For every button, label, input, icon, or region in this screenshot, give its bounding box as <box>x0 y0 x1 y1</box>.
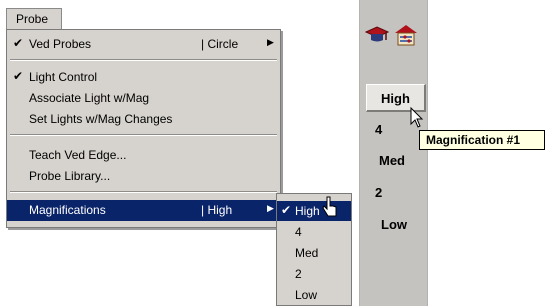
menu-item-label: Ved Probes <box>29 37 92 51</box>
submenu-arrow-icon: ▶ <box>267 37 274 47</box>
menu-item-set-lights[interactable]: Set Lights w/Mag Changes <box>7 109 280 130</box>
check-icon: ✔ <box>281 203 292 217</box>
menu-item-label: Teach Ved Edge... <box>29 148 127 162</box>
magnification-label-2[interactable]: 2 <box>375 185 382 200</box>
submenu-item-med[interactable]: Med <box>277 243 351 263</box>
menu-separator <box>10 191 277 193</box>
menu-item-label: Probe Library... <box>29 169 111 183</box>
magnifications-submenu: ✔ High 4 Med 2 Low <box>276 193 352 306</box>
menu-separator <box>10 59 277 61</box>
light-settings-icon[interactable] <box>394 24 418 46</box>
menu-item-teach-ved-edge[interactable]: Teach Ved Edge... <box>7 145 280 166</box>
magnification-label-med[interactable]: Med <box>379 153 405 168</box>
submenu-item-2[interactable]: 2 <box>277 264 351 284</box>
submenu-item-low[interactable]: Low <box>277 285 351 305</box>
magnification-label-4[interactable]: 4 <box>375 122 382 137</box>
submenu-item-label: Low <box>295 288 318 302</box>
submenu-item-label: 4 <box>295 225 302 239</box>
submenu-item-high[interactable]: ✔ High <box>277 201 351 221</box>
magnification-panel: High 4 Med 2 Low <box>359 0 428 306</box>
menubar-probe[interactable]: Probe <box>6 8 62 30</box>
menu-item-light-control[interactable]: ✔ Light Control <box>7 67 280 88</box>
magnification-tooltip: Magnification #1 <box>419 130 545 150</box>
menu-item-label: Magnifications <box>29 203 106 217</box>
hand-pointer-icon <box>322 196 337 217</box>
graduation-cap-icon[interactable] <box>365 24 389 46</box>
check-icon: ✔ <box>13 69 24 83</box>
magnification-label-low[interactable]: Low <box>381 217 407 232</box>
menu-item-probe-library[interactable]: Probe Library... <box>7 166 280 187</box>
menu-item-ved-probes[interactable]: ✔ Ved Probes | Circle ▶ <box>7 34 280 55</box>
check-icon: ✔ <box>13 36 24 50</box>
submenu-arrow-icon: ▶ <box>267 203 274 213</box>
probe-menu: ✔ Ved Probes | Circle ▶ ✔ Light Control … <box>6 29 281 228</box>
menu-item-associate-light[interactable]: Associate Light w/Mag <box>7 88 280 109</box>
menu-separator <box>10 134 277 136</box>
menu-item-value: | Circle <box>201 37 239 51</box>
submenu-item-label: High <box>295 204 320 218</box>
submenu-item-label: 2 <box>295 267 302 281</box>
menu-item-label: Set Lights w/Mag Changes <box>29 112 173 126</box>
menu-item-value: | High <box>201 203 233 217</box>
arrow-pointer-icon <box>410 107 424 128</box>
menu-item-magnifications[interactable]: Magnifications | High ▶ <box>7 200 280 221</box>
submenu-item-label: Med <box>295 246 319 260</box>
menu-item-label: Associate Light w/Mag <box>29 91 150 105</box>
submenu-item-4[interactable]: 4 <box>277 222 351 242</box>
menu-item-label: Light Control <box>29 70 98 84</box>
